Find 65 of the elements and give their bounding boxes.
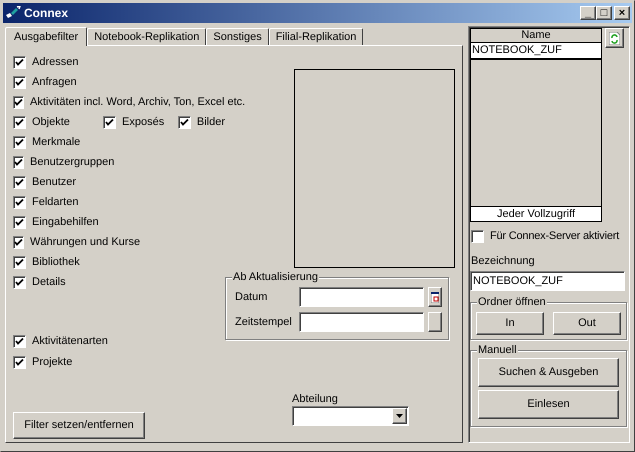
window-title: Connex <box>24 5 68 22</box>
action-button[interactable]: Suchen & Ausgeben <box>478 358 619 387</box>
checkbox[interactable] <box>471 230 484 242</box>
maximize-button[interactable]: □ <box>596 6 612 20</box>
checkbox[interactable] <box>13 236 24 248</box>
checkbox[interactable] <box>13 216 26 228</box>
checkbox-label: Eingabehilfen <box>32 214 99 230</box>
checkbox[interactable] <box>103 116 116 128</box>
checkbox-label: Merkmale <box>32 134 80 150</box>
checkbox-label: Anfragen <box>32 74 77 90</box>
tab[interactable]: Notebook-Replikation <box>87 28 206 45</box>
close-button[interactable]: × <box>614 6 630 20</box>
group-title: Ab Aktualisierung <box>232 270 319 284</box>
filter-button[interactable]: Filter setzen/entfernen <box>13 412 145 439</box>
checkbox[interactable] <box>13 56 26 68</box>
checkbox[interactable] <box>13 156 24 168</box>
field-label: Bezeichnung <box>471 254 536 268</box>
plug-icon <box>5 6 21 20</box>
checkbox-label: Aktivitäten incl. Word, Archiv, Ton, Excel etc. <box>30 94 246 110</box>
folder-button[interactable]: In <box>476 312 544 335</box>
calendar-button[interactable] <box>428 287 442 307</box>
checkbox-label: Feldarten <box>32 194 78 210</box>
list-row[interactable]: NOTEBOOK_ZUF <box>471 43 601 60</box>
tab[interactable]: Filial-Replikation <box>268 28 364 45</box>
checkbox-label: Details <box>32 274 66 290</box>
checkbox[interactable] <box>13 76 26 88</box>
checkbox[interactable] <box>13 256 26 268</box>
checkbox-label: Exposés <box>122 114 164 130</box>
checkbox[interactable] <box>13 136 26 148</box>
department-dropdown[interactable] <box>292 406 409 426</box>
time-button[interactable] <box>428 312 442 332</box>
checkbox[interactable] <box>178 116 191 128</box>
refresh-icon <box>609 32 620 44</box>
tab[interactable]: Sonstiges <box>206 28 269 45</box>
checkbox-label: Benutzergruppen <box>30 154 114 170</box>
checkbox[interactable] <box>13 96 24 108</box>
list-footer: Jeder Vollzugriff <box>471 206 601 221</box>
checkbox-label: Projekte <box>32 354 72 370</box>
calendar-icon <box>431 292 439 302</box>
checkbox[interactable] <box>13 356 26 368</box>
checkbox-label: Für Connex-Server aktiviert <box>490 228 620 244</box>
checkbox-label: Benutzer <box>32 174 76 190</box>
tab[interactable]: Ausgabefilter <box>5 27 88 46</box>
refresh-button[interactable] <box>605 28 624 48</box>
checkbox-label: Bibliothek <box>32 254 80 270</box>
column-header: Name <box>471 29 601 43</box>
checkbox[interactable] <box>13 196 26 208</box>
checkbox-label: Aktivitätenarten <box>32 334 108 349</box>
checkbox[interactable] <box>13 334 26 348</box>
checkbox[interactable] <box>13 276 26 288</box>
minimize-button[interactable]: _ <box>580 6 596 20</box>
checkbox-label: Bilder <box>196 114 225 130</box>
checkbox-label: Objekte <box>32 114 70 130</box>
checkbox-label: Adressen <box>32 54 78 70</box>
checkbox-label: Währungen und Kurse <box>30 234 140 250</box>
input-field[interactable] <box>299 287 424 307</box>
checkbox[interactable] <box>13 116 26 128</box>
action-button[interactable]: Einlesen <box>478 390 619 419</box>
checkbox[interactable] <box>13 176 26 188</box>
folder-button[interactable]: Out <box>553 312 621 335</box>
input-field[interactable]: NOTEBOOK_ZUF <box>470 271 625 291</box>
field-label: Zeitstempel <box>235 314 293 330</box>
input-field[interactable] <box>299 312 424 332</box>
department-label: Abteilung <box>292 392 339 406</box>
field-label: Datum <box>235 290 268 305</box>
